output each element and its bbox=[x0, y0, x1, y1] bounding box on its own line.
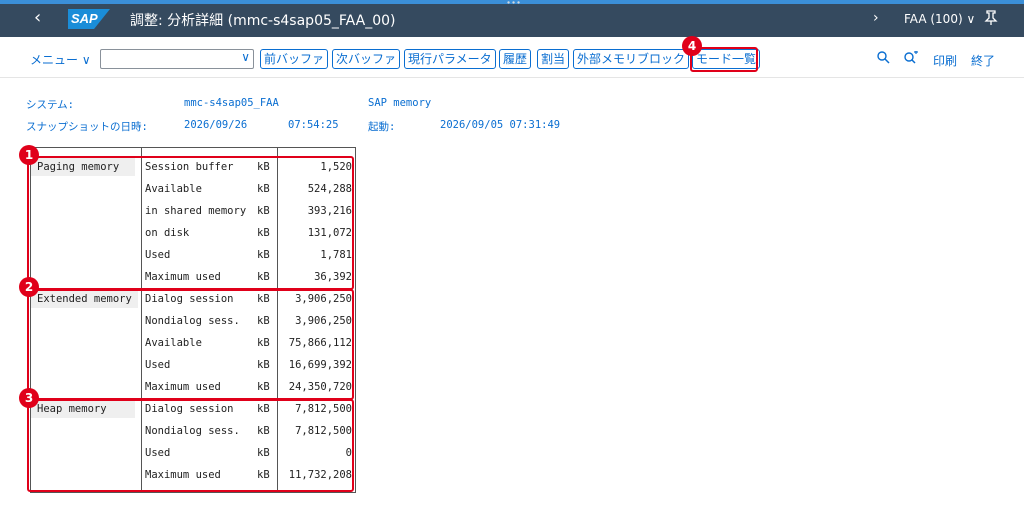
start-label: 起動: bbox=[368, 121, 396, 133]
chevron-right-icon[interactable]: › bbox=[873, 10, 879, 26]
drag-grip-icon[interactable]: ∙∙∙ bbox=[506, 0, 521, 7]
menu-button[interactable]: メニュー ∨ bbox=[30, 51, 91, 68]
snapshot-time: 07:54:25 bbox=[288, 119, 339, 131]
search-next-icon[interactable] bbox=[904, 51, 918, 68]
application-toolbar: メニュー ∨ ∨ 前バッファ 次バッファ 現行パラメータ 履歴 割当 外部メモリ… bbox=[0, 37, 1024, 78]
highlight-box-paging bbox=[27, 156, 354, 290]
logo-text: SAP bbox=[71, 11, 98, 26]
history-button[interactable]: 履歴 bbox=[499, 49, 532, 69]
menu-label: メニュー bbox=[30, 53, 79, 67]
allocation-button[interactable]: 割当 bbox=[537, 49, 570, 69]
system-value: mmc-s4sap05_FAA bbox=[184, 97, 279, 109]
current-parameters-button[interactable]: 現行パラメータ bbox=[404, 49, 496, 69]
system-label: システム: bbox=[26, 99, 75, 111]
prev-buffer-button[interactable]: 前バッファ bbox=[260, 49, 329, 69]
page-title: 調整: 分析詳細 (mmc-s4sap05_FAA_00) bbox=[130, 13, 396, 29]
external-memory-block-button[interactable]: 外部メモリブロック bbox=[573, 49, 690, 69]
snapshot-label: スナップショットの日時: bbox=[26, 121, 148, 133]
print-button[interactable]: 印刷 bbox=[933, 52, 957, 69]
shell-bar: ∙∙∙ ‹ SAP 調整: 分析詳細 (mmc-s4sap05_FAA_00) … bbox=[0, 0, 1024, 37]
client-label: FAA (100) bbox=[904, 12, 963, 26]
highlight-box-heap bbox=[27, 399, 354, 492]
table-header-row bbox=[30, 147, 356, 156]
annotation-badge-1: 1 bbox=[19, 145, 39, 165]
exit-button[interactable]: 終了 bbox=[971, 52, 995, 69]
start-value: 2026/09/05 07:31:49 bbox=[440, 119, 561, 131]
client-selector[interactable]: FAA (100) ∨ bbox=[904, 12, 975, 26]
next-buffer-button[interactable]: 次バッファ bbox=[332, 49, 401, 69]
pin-icon[interactable] bbox=[984, 10, 998, 26]
highlight-box-extended bbox=[27, 289, 354, 400]
annotation-badge-2: 2 bbox=[19, 277, 39, 297]
chevron-down-icon: ∨ bbox=[966, 12, 976, 26]
snapshot-date: 2026/09/26 bbox=[184, 119, 248, 131]
sap-logo: SAP bbox=[68, 9, 110, 29]
annotation-badge-3: 3 bbox=[19, 388, 39, 408]
chevron-down-icon[interactable]: ∨ bbox=[241, 50, 250, 64]
memory-type-label: SAP memory bbox=[368, 97, 432, 109]
command-field[interactable]: ∨ bbox=[100, 49, 254, 69]
back-button[interactable]: ‹ bbox=[34, 9, 41, 27]
chevron-down-icon: ∨ bbox=[81, 53, 91, 67]
search-icon[interactable] bbox=[877, 51, 890, 68]
annotation-badge-4: 4 bbox=[682, 36, 702, 56]
